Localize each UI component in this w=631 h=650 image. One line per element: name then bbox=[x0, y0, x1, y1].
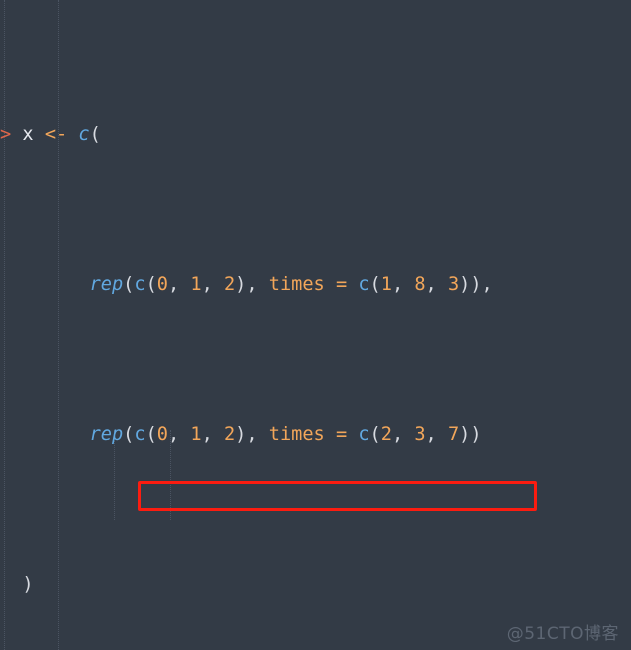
function-c: c bbox=[134, 274, 146, 295]
arg-times: times bbox=[268, 274, 325, 295]
console-line-rep-second: rep(c(0, 1, 2), times = c(2, 3, 7)) bbox=[89, 424, 482, 445]
function-c: c bbox=[78, 124, 90, 145]
assign-operator: <- bbox=[44, 124, 68, 145]
function-rep: rep bbox=[89, 274, 124, 295]
arg-times: times bbox=[268, 424, 325, 445]
variable-x: x bbox=[22, 124, 34, 145]
function-c: c bbox=[134, 424, 146, 445]
console-line-x-assignment: > x <- c( bbox=[0, 124, 101, 145]
prompt-symbol: > bbox=[0, 124, 12, 145]
function-c: c bbox=[358, 274, 370, 295]
console-output-area[interactable]: > x <- c( rep(c(0, 1, 2), times = c(1, 8… bbox=[0, 0, 631, 650]
console-line-close-paren: ) bbox=[22, 574, 34, 595]
r-console-window[interactable]: > x <- c( rep(c(0, 1, 2), times = c(1, 8… bbox=[0, 0, 631, 650]
console-line-rep-first: rep(c(0, 1, 2), times = c(1, 8, 3)), bbox=[89, 274, 493, 295]
function-c: c bbox=[358, 424, 370, 445]
watermark: @51CTO博客 bbox=[506, 624, 619, 644]
function-rep: rep bbox=[89, 424, 124, 445]
